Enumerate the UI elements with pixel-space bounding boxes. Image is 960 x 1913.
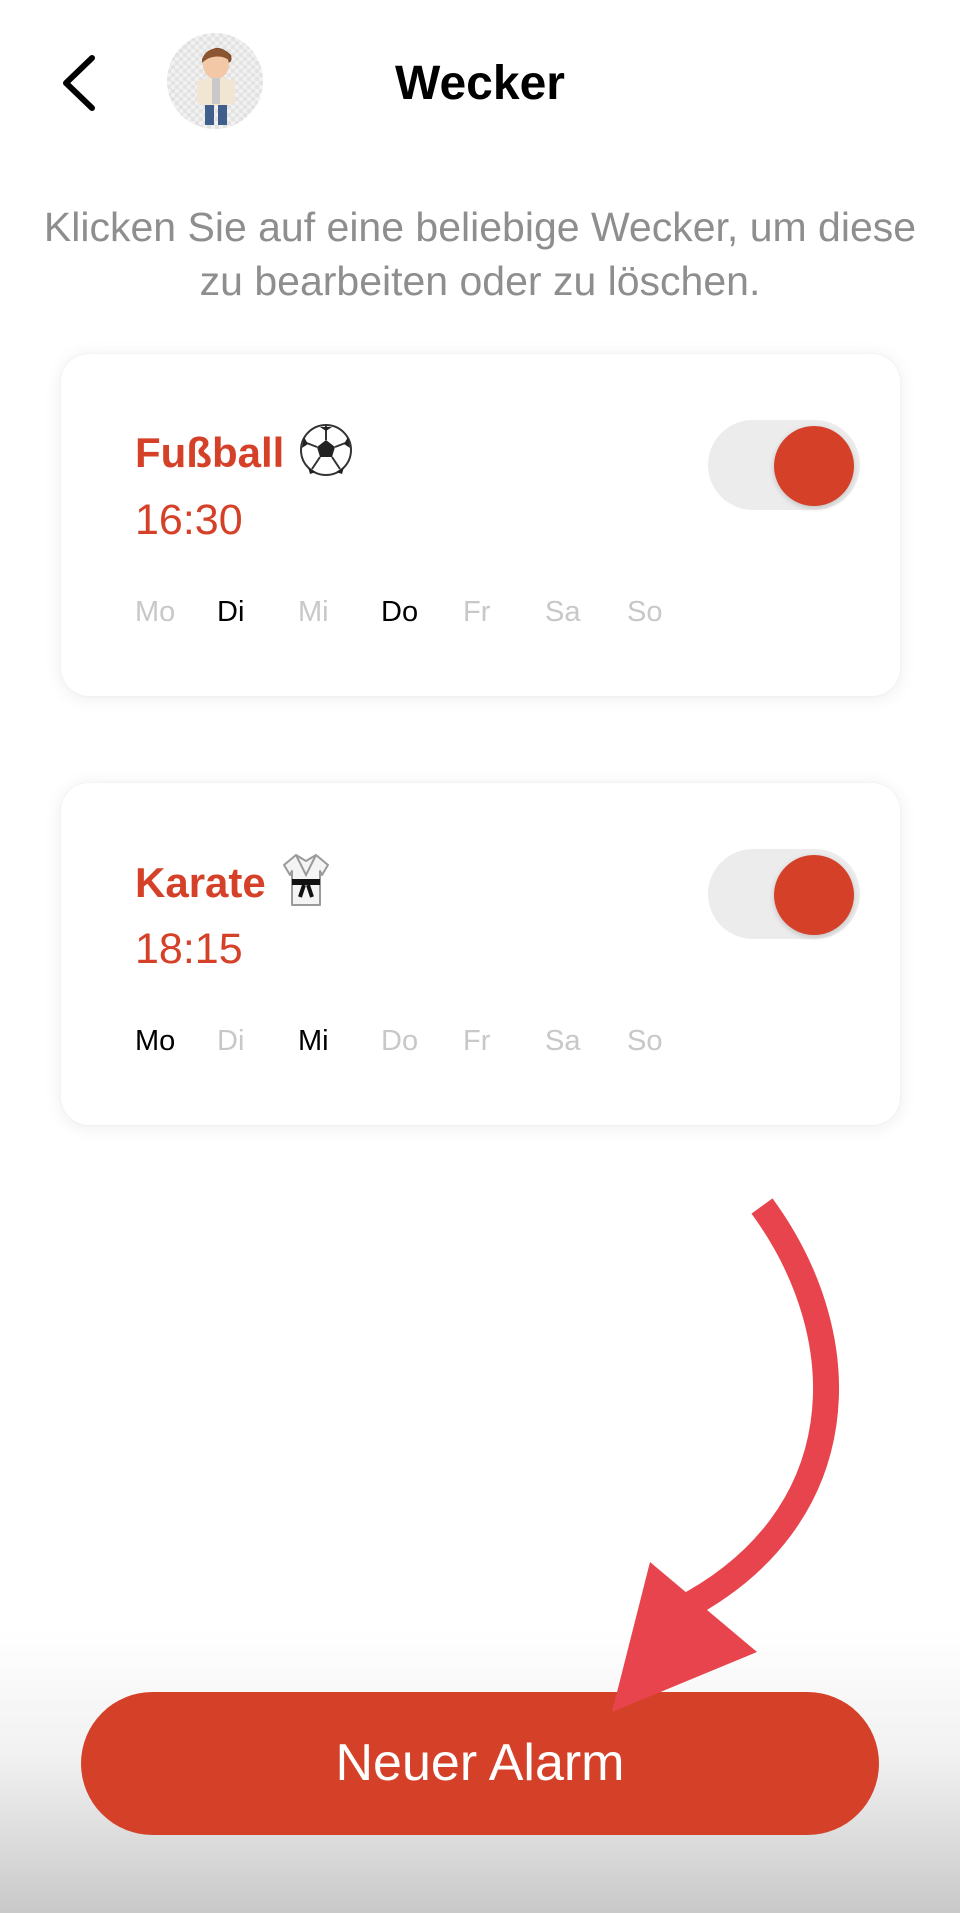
weekday-di: Di	[217, 596, 245, 628]
header: Wecker	[0, 0, 960, 170]
page-title: Wecker	[395, 57, 565, 110]
weekday-row: Mo Di Mi Do Fr Sa So	[135, 594, 735, 634]
weekday-sa: Sa	[545, 1025, 581, 1057]
instruction-text: Klicken Sie auf eine beliebige Wecker, u…	[43, 204, 917, 304]
weekday-mo: Mo	[135, 596, 176, 628]
alarm-toggle[interactable]	[708, 420, 860, 510]
weekday-fr: Fr	[463, 1025, 491, 1057]
alarm-time: 16:30	[135, 496, 243, 544]
alarm-toggle[interactable]	[708, 849, 860, 939]
weekday-do: Do	[381, 1025, 419, 1057]
weekday-mi: Mi	[298, 596, 329, 628]
alarm-card[interactable]: Fußball 16:30 Mo Di Mi Do Fr Sa So	[61, 354, 900, 696]
martial-arts-uniform-icon	[280, 851, 332, 921]
soccer-ball-icon	[298, 422, 354, 490]
alarm-card[interactable]: Karate 18:15 Mo Di Mi Do Fr Sa So	[61, 783, 900, 1125]
weekday-so: So	[627, 1025, 663, 1057]
weekday-so: So	[627, 596, 663, 628]
weekday-mi: Mi	[298, 1025, 329, 1057]
toggle-knob	[774, 855, 854, 935]
toggle-knob	[774, 426, 854, 506]
alarm-name: Karate	[135, 859, 266, 907]
weekday-sa: Sa	[545, 596, 581, 628]
weekday-fr: Fr	[463, 596, 491, 628]
alarm-title: Karate	[135, 851, 332, 921]
alarm-time: 18:15	[135, 925, 243, 973]
weekday-row: Mo Di Mi Do Fr Sa So	[135, 1023, 735, 1063]
weekday-mo: Mo	[135, 1025, 176, 1057]
weekday-di: Di	[217, 1025, 245, 1057]
new-alarm-button[interactable]: Neuer Alarm	[81, 1692, 879, 1835]
alarm-title: Fußball	[135, 422, 354, 490]
alarm-name: Fußball	[135, 429, 285, 477]
weekday-do: Do	[381, 596, 419, 628]
